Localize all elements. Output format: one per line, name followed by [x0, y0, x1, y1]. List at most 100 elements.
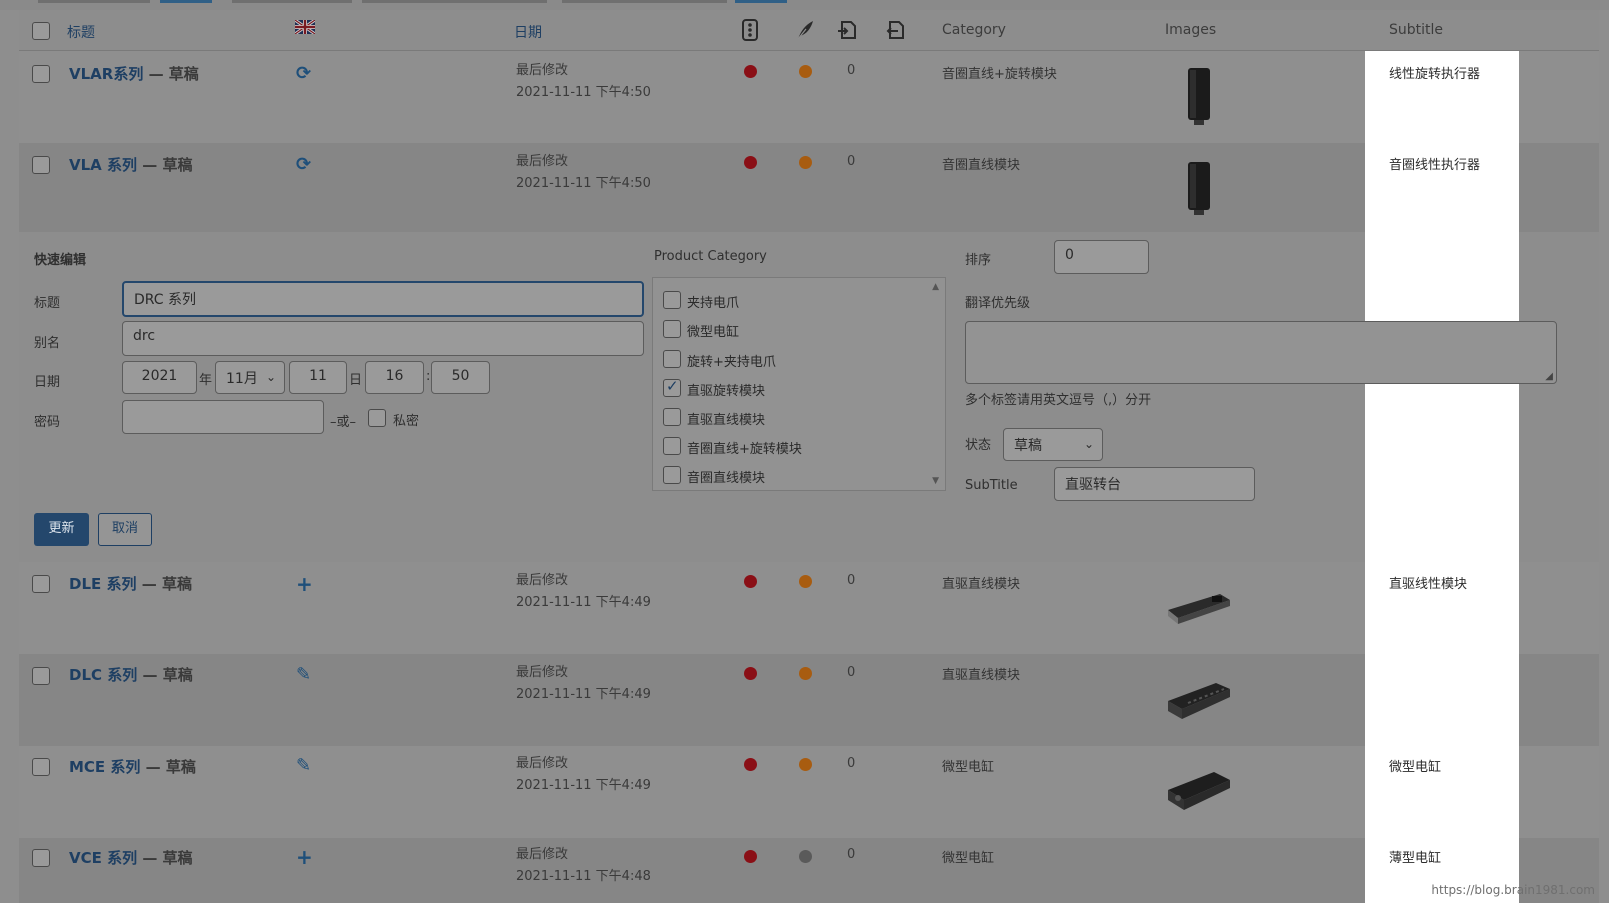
category-checkbox[interactable] [663, 437, 681, 455]
column-title-header[interactable]: 标题 [67, 22, 95, 42]
category-checkbox[interactable] [663, 320, 681, 338]
date-label: 日期 [34, 375, 61, 390]
post-title-link[interactable]: MCE 系列 — 草稿 [69, 756, 196, 777]
minute-input[interactable]: 50 [431, 361, 490, 394]
category-option-label: 旋转+夹持电爪 [687, 355, 776, 370]
sync-icon[interactable]: ⟳ [296, 154, 311, 175]
row-checkbox[interactable] [32, 667, 50, 685]
row-checkbox[interactable] [32, 156, 50, 174]
modified-label: 最后修改 [516, 63, 569, 78]
slug-input[interactable]: drc [122, 321, 644, 356]
title-input[interactable]: DRC 系列 [122, 281, 644, 317]
column-date-header[interactable]: 日期 [514, 22, 542, 42]
chevron-down-icon: ⌄ [1083, 437, 1094, 451]
scroll-down-icon[interactable]: ▼ [932, 476, 939, 486]
toolbar-tab[interactable] [362, 0, 547, 3]
post-title-link[interactable]: DLC 系列 — 草稿 [69, 664, 193, 685]
modified-date: 2021-11-11 下午4:50 [516, 176, 651, 191]
link-count: 0 [847, 63, 856, 78]
link-count: 0 [847, 573, 856, 588]
toolbar-tab-active[interactable] [160, 0, 212, 3]
post-title-link[interactable]: VLAR系列 — 草稿 [69, 63, 199, 84]
order-label: 排序 [965, 253, 992, 268]
toolbar-tab[interactable] [232, 0, 352, 3]
order-input[interactable]: 0 [1054, 240, 1149, 274]
modified-label: 最后修改 [516, 665, 569, 680]
incoming-links-icon [884, 19, 906, 45]
plus-icon[interactable]: + [296, 572, 313, 596]
category-checkbox[interactable] [663, 466, 681, 484]
day-suffix: 日 [349, 373, 363, 388]
seo-score-dot [744, 758, 757, 771]
category-checkbox-checked[interactable]: ✓ [663, 377, 681, 397]
modified-label: 最后修改 [516, 154, 569, 169]
modified-date: 2021-11-11 下午4:49 [516, 778, 651, 793]
scroll-up-icon[interactable]: ▲ [932, 282, 939, 292]
update-button[interactable]: 更新 [34, 513, 89, 546]
readability-score-dot [799, 575, 812, 588]
category-option-label: 微型电缸 [687, 325, 740, 340]
column-category-header: Category [942, 22, 1006, 38]
cancel-button[interactable]: 取消 [98, 513, 152, 546]
top-toolbar-strip [0, 0, 1609, 10]
private-checkbox[interactable] [368, 409, 386, 427]
month-select[interactable]: 11月 ⌄ [215, 361, 285, 394]
seo-score-dot [744, 850, 757, 863]
translation-priority-textarea[interactable]: ◢ [965, 321, 1557, 384]
year-input[interactable]: 2021 [122, 361, 197, 394]
post-title-link[interactable]: DLE 系列 — 草稿 [69, 573, 192, 594]
product-category-label: Product Category [654, 249, 767, 264]
toolbar-tab[interactable] [38, 0, 150, 3]
category-checkbox[interactable] [663, 291, 681, 309]
link-count: 0 [847, 756, 856, 771]
readability-score-dot [799, 758, 812, 771]
post-title-link[interactable]: VCE 系列 — 草稿 [69, 847, 193, 868]
password-input[interactable] [122, 400, 324, 434]
readability-score-dot [799, 850, 812, 863]
table-row [19, 51, 1599, 143]
year-suffix: 年 [199, 373, 213, 388]
chevron-down-icon: ⌄ [265, 370, 276, 384]
row-checkbox[interactable] [32, 575, 50, 593]
modified-label: 最后修改 [516, 573, 569, 588]
product-category-list[interactable]: 夹持电爪 微型电缸 旋转+夹持电爪 ✓ 直驱旋转模块 直驱直线模块 音圈直线+旋转… [652, 277, 946, 491]
subtitle-input[interactable]: 直驱转台 [1054, 467, 1255, 501]
row-checkbox[interactable] [32, 849, 50, 867]
hour-input[interactable]: 16 [365, 361, 424, 394]
product-thumbnail [1166, 766, 1234, 816]
subtitle-value: 线性旋转执行器 [1389, 67, 1481, 82]
seo-traffic-light-icon [741, 19, 759, 45]
day-input[interactable]: 11 [289, 361, 347, 394]
select-all-checkbox[interactable] [32, 22, 50, 40]
category-value: 微型电缸 [942, 760, 995, 775]
sync-icon[interactable]: ⟳ [296, 63, 311, 84]
pencil-icon[interactable]: ✎ [296, 664, 311, 685]
category-checkbox[interactable] [663, 350, 681, 368]
subtitle-value: 直驱线性模块 [1389, 577, 1468, 592]
status-select[interactable]: 草稿 ⌄ [1003, 428, 1103, 461]
modified-label: 最后修改 [516, 756, 569, 771]
resize-handle-icon[interactable]: ◢ [1545, 371, 1553, 382]
or-text: –或– [330, 415, 357, 430]
category-checkbox[interactable] [663, 408, 681, 426]
pencil-icon[interactable]: ✎ [296, 755, 311, 776]
modified-label: 最后修改 [516, 847, 569, 862]
category-value: 音圈直线+旋转模块 [942, 67, 1057, 82]
plus-icon[interactable]: + [296, 845, 313, 869]
toolbar-tab[interactable] [562, 0, 727, 3]
product-thumbnail [1166, 677, 1234, 727]
modified-date: 2021-11-11 下午4:50 [516, 85, 651, 100]
status-label: 状态 [965, 438, 992, 453]
category-value: 微型电缸 [942, 851, 995, 866]
row-checkbox[interactable] [32, 758, 50, 776]
category-option-label: 夹持电爪 [687, 296, 740, 311]
post-title-link[interactable]: VLA 系列 — 草稿 [69, 154, 192, 175]
link-count: 0 [847, 847, 856, 862]
product-thumbnail [1186, 66, 1212, 130]
title-label: 标题 [34, 296, 61, 311]
toolbar-tab-active[interactable] [735, 0, 787, 3]
row-checkbox[interactable] [32, 65, 50, 83]
modified-date: 2021-11-11 下午4:49 [516, 595, 651, 610]
checkmark-icon: ✓ [666, 377, 679, 395]
readability-score-dot [799, 667, 812, 680]
